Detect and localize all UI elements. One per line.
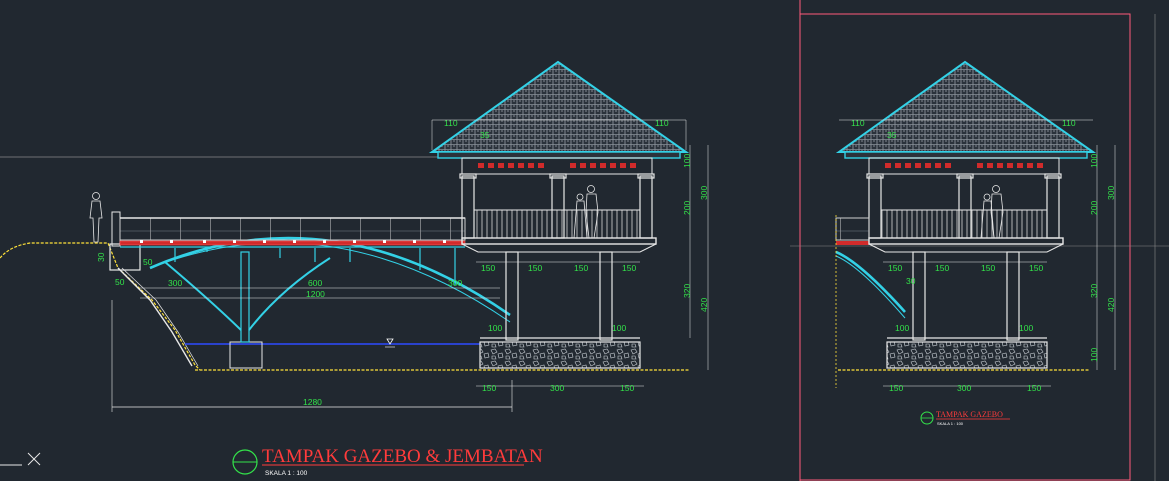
footing-left-label: 100 bbox=[488, 323, 502, 333]
bay-left-label: 150 bbox=[481, 263, 495, 273]
roof-overhang-left-label: 110 bbox=[444, 118, 458, 128]
roof-pitch-label: 35 bbox=[480, 130, 490, 140]
side-base-right-label: 150 bbox=[1027, 383, 1041, 393]
side-foundation-height-label: 100 bbox=[1089, 348, 1099, 362]
side-roof-overhang-right-label: 110 bbox=[1062, 118, 1076, 128]
side-roof-rise-label: 100 bbox=[1089, 154, 1099, 168]
gazebo-elevation-side: 110 110 35 100 200 300 320 420 100 150 1… bbox=[835, 60, 1116, 393]
abutment-depth-label: 30 bbox=[96, 252, 106, 262]
abutment-width-label: 50 bbox=[115, 277, 125, 287]
side-upper-total-label: 300 bbox=[1106, 186, 1116, 200]
abutment-step-label: 50 bbox=[143, 257, 153, 267]
side-title-block: TAMPAK GAZEBO SKALA 1 : 100 bbox=[920, 410, 1010, 426]
side-column-height-label: 200 bbox=[1089, 201, 1099, 215]
column-height-label: 200 bbox=[682, 201, 692, 215]
side-base-center-label: 300 bbox=[957, 383, 971, 393]
lower-total-label: 420 bbox=[699, 298, 709, 312]
side-footing-left-label: 100 bbox=[895, 323, 909, 333]
section-marker-icon bbox=[920, 411, 934, 425]
side-scale: SKALA 1 : 100 bbox=[937, 421, 964, 426]
side-roof-overhang-left-label: 110 bbox=[851, 118, 865, 128]
side-abutment-depth-label: 30 bbox=[906, 276, 916, 286]
footing-right-label: 100 bbox=[612, 323, 626, 333]
human-figure-icon bbox=[89, 192, 103, 243]
side-bay-center-label: 150 bbox=[935, 263, 949, 273]
gazebo-roof bbox=[428, 60, 690, 153]
side-pile-height-label: 320 bbox=[1089, 284, 1099, 298]
cad-drawing-canvas: 30 50 50 300 600 300 1200 1280 110 110 3… bbox=[0, 0, 1169, 481]
side-base-left-label: 150 bbox=[889, 383, 903, 393]
roof-overhang-right-label: 110 bbox=[655, 118, 669, 128]
main-scale: SKALA 1 : 100 bbox=[265, 470, 308, 477]
main-title: TAMPAK GAZEBO & JEMBATAN bbox=[262, 446, 543, 467]
span-center-label: 600 bbox=[308, 278, 322, 288]
span-left-label: 300 bbox=[168, 278, 182, 288]
side-bay-left-label: 150 bbox=[888, 263, 902, 273]
main-arch bbox=[149, 236, 511, 317]
side-bay-center-b-label: 150 bbox=[981, 263, 995, 273]
ucs-axis-icon bbox=[0, 452, 41, 466]
gazebo-railing bbox=[473, 209, 641, 239]
span-right-label: 300 bbox=[448, 278, 462, 288]
section-marker-icon bbox=[232, 449, 258, 475]
left-abutment bbox=[109, 243, 141, 271]
side-footing-right-label: 100 bbox=[1019, 323, 1033, 333]
bridge-railing bbox=[119, 217, 466, 241]
side-roof-pitch-label: 35 bbox=[887, 130, 897, 140]
bay-center-b-label: 150 bbox=[574, 263, 588, 273]
center-pier-footing bbox=[229, 341, 263, 369]
span-total-label: 1200 bbox=[306, 289, 325, 299]
main-title-block: TAMPAK GAZEBO & JEMBATAN SKALA 1 : 100 bbox=[232, 446, 543, 477]
side-lower-total-label: 420 bbox=[1106, 298, 1116, 312]
bay-right-label: 150 bbox=[622, 263, 636, 273]
roof-rise-label: 100 bbox=[682, 154, 692, 168]
gazebo-foundation bbox=[479, 341, 641, 369]
overall-length-label: 1280 bbox=[303, 397, 322, 407]
pile-height-label: 320 bbox=[682, 284, 692, 298]
base-right-label: 150 bbox=[620, 383, 634, 393]
upper-total-label: 300 bbox=[699, 186, 709, 200]
side-title: TAMPAK GAZEBO bbox=[936, 410, 1003, 419]
water-level-icon bbox=[385, 338, 395, 348]
side-bay-right-label: 150 bbox=[1029, 263, 1043, 273]
bay-center-label: 150 bbox=[528, 263, 542, 273]
base-left-label: 150 bbox=[482, 383, 496, 393]
base-center-label: 300 bbox=[550, 383, 564, 393]
